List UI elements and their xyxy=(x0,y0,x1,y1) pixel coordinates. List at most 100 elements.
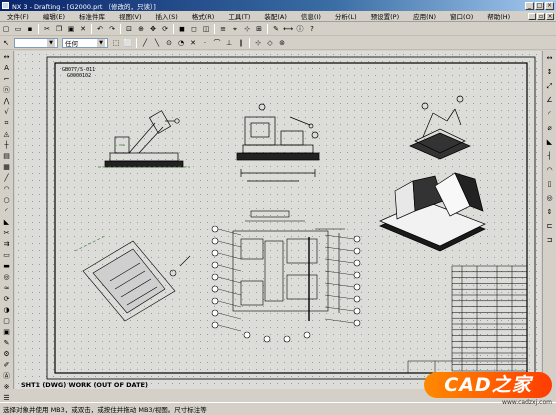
menu-window[interactable]: 窗口(O) xyxy=(443,11,480,21)
hidden-line-icon[interactable]: ◫ xyxy=(201,24,211,34)
id-symbol-icon[interactable]: ⓝ xyxy=(1,85,12,94)
snap-arc-center-icon[interactable]: ⊚ xyxy=(277,38,287,48)
balloon[interactable] xyxy=(211,249,219,257)
balloon[interactable] xyxy=(211,309,219,317)
delete-icon[interactable]: ✕ xyxy=(78,24,88,34)
note-icon[interactable]: A xyxy=(1,63,12,72)
snap-existing-icon[interactable]: ⊹ xyxy=(253,38,263,48)
offset-icon[interactable]: ⇉ xyxy=(1,239,12,248)
balloon[interactable] xyxy=(211,297,219,305)
undo-icon[interactable]: ↶ xyxy=(95,24,105,34)
dim-hole-icon[interactable]: ◎ xyxy=(544,193,555,203)
balloon[interactable] xyxy=(263,335,271,343)
fit-icon[interactable]: ⊡ xyxy=(124,24,134,34)
menu-tools[interactable]: 工具(T) xyxy=(221,11,257,21)
zoom-icon[interactable]: ⊕ xyxy=(136,24,146,34)
help-icon[interactable]: ? xyxy=(307,24,317,34)
update-view-icon[interactable]: ⟳ xyxy=(1,294,12,303)
layer-icon[interactable]: ≡ xyxy=(218,24,228,34)
balloon[interactable] xyxy=(211,261,219,269)
info-icon[interactable]: ⓘ xyxy=(295,24,305,34)
balloon[interactable] xyxy=(211,237,219,245)
balloon[interactable] xyxy=(211,273,219,281)
snap-parallel-icon[interactable]: ∥ xyxy=(236,38,246,48)
dim-chamfer-icon[interactable]: ◣ xyxy=(544,137,555,147)
balloon[interactable] xyxy=(353,259,361,267)
balloon[interactable] xyxy=(353,319,361,327)
rotate-icon[interactable]: ⟳ xyxy=(160,24,170,34)
doc-minimize-icon[interactable]: _ xyxy=(528,12,536,20)
table-icon[interactable]: ▦ xyxy=(1,162,12,171)
minimize-icon[interactable]: _ xyxy=(525,1,534,10)
datum-icon[interactable]: ◬ xyxy=(1,129,12,138)
drafting-icon[interactable]: ✎ xyxy=(1,338,12,347)
view-icon[interactable]: ▭ xyxy=(1,250,12,259)
menu-insert[interactable]: 插入(S) xyxy=(149,11,185,21)
label-icon[interactable]: ⌐ xyxy=(1,74,12,83)
iso-view-shaded[interactable] xyxy=(379,172,486,252)
balloon[interactable] xyxy=(211,321,219,329)
balloon[interactable] xyxy=(353,271,361,279)
doc-close-icon[interactable]: × xyxy=(546,12,554,20)
menu-help[interactable]: 帮助(H) xyxy=(480,11,517,21)
detail-icon[interactable]: ◎ xyxy=(1,272,12,281)
graphics-window[interactable]: GB077/S-011 G0000102 SHT1 (DWG) WORK (OU… xyxy=(15,51,541,389)
centerline-icon[interactable]: ┼ xyxy=(1,140,12,149)
hatch-icon[interactable]: ▤ xyxy=(1,151,12,160)
snap-mid-icon[interactable]: ╲ xyxy=(152,38,162,48)
chamfer-icon[interactable]: ◣ xyxy=(1,217,12,226)
side-view[interactable] xyxy=(236,103,320,182)
fillet-icon[interactable]: ◜ xyxy=(1,206,12,215)
selection-scope-combo[interactable]: 任何 ▼ xyxy=(62,38,108,48)
doc-restore-icon[interactable]: ▫ xyxy=(537,12,545,20)
redo-icon[interactable]: ↷ xyxy=(107,24,117,34)
trim-icon[interactable]: ✂ xyxy=(1,228,12,237)
open-file-icon[interactable]: ▭ xyxy=(13,24,23,34)
balloon[interactable] xyxy=(353,283,361,291)
balloon[interactable] xyxy=(243,331,251,339)
wcs-icon[interactable]: ⌖ xyxy=(230,24,240,34)
copy-icon[interactable]: ❐ xyxy=(54,24,64,34)
deselect-icon[interactable]: ⬜ xyxy=(123,38,133,48)
gdt-icon[interactable]: ⌗ xyxy=(1,118,12,127)
menu-edit[interactable]: 编辑(E) xyxy=(36,11,72,21)
symbol-icon[interactable]: ※ xyxy=(1,382,12,391)
dim-vertical-icon[interactable]: ↕ xyxy=(544,67,555,77)
type-filter-combo[interactable]: ▼ xyxy=(14,38,58,48)
shaded-icon[interactable]: ◼ xyxy=(177,24,187,34)
snap-tangent-icon[interactable]: ⌒ xyxy=(212,38,222,48)
dim-diameter-icon[interactable]: ⌀ xyxy=(544,123,555,133)
dim-horizontal-icon[interactable]: ↔ xyxy=(544,53,555,63)
menu-format[interactable]: 格式(R) xyxy=(185,11,222,21)
dim-arc-length-icon[interactable]: ◠ xyxy=(544,165,555,175)
balloon[interactable] xyxy=(211,285,219,293)
dim-cylindrical-icon[interactable]: ▯ xyxy=(544,179,555,189)
drawing-icon[interactable]: ▢ xyxy=(1,316,12,325)
snap-icon[interactable]: ⊹ xyxy=(242,24,252,34)
section-view[interactable] xyxy=(74,235,191,322)
dim-baseline-icon[interactable]: ⊏ xyxy=(544,221,555,231)
menu-analysis[interactable]: 分析(L) xyxy=(328,11,364,21)
circle-icon[interactable]: ○ xyxy=(1,195,12,204)
drawing-sheet[interactable]: GB077/S-011 G0000102 xyxy=(15,51,541,389)
dim-thickness-icon[interactable]: ⇕ xyxy=(544,207,555,217)
iso-view-top[interactable] xyxy=(409,95,471,160)
dim-ordinate-icon[interactable]: ┤ xyxy=(544,151,555,161)
sheet-icon[interactable]: ▣ xyxy=(1,327,12,336)
cut-icon[interactable]: ✂ xyxy=(42,24,52,34)
select-all-icon[interactable]: ⬚ xyxy=(111,38,121,48)
balloon[interactable] xyxy=(283,335,291,343)
dimension-icon[interactable]: ↔ xyxy=(1,52,12,61)
wireframe-icon[interactable]: ◻ xyxy=(189,24,199,34)
menu-assemblies[interactable]: 装配(A) xyxy=(257,11,294,21)
close-icon[interactable]: × xyxy=(545,1,554,10)
grid-icon[interactable]: ⊞ xyxy=(254,24,264,34)
snap-point-icon[interactable]: · xyxy=(200,38,210,48)
break-icon[interactable]: ≈ xyxy=(1,283,12,292)
snap-center-icon[interactable]: ⊙ xyxy=(164,38,174,48)
properties-icon[interactable]: ☰ xyxy=(1,393,12,402)
menu-preferences[interactable]: 预设置(P) xyxy=(364,11,407,21)
snap-end-icon[interactable]: ╱ xyxy=(140,38,150,48)
balloon[interactable] xyxy=(353,295,361,303)
front-view[interactable] xyxy=(98,110,190,168)
